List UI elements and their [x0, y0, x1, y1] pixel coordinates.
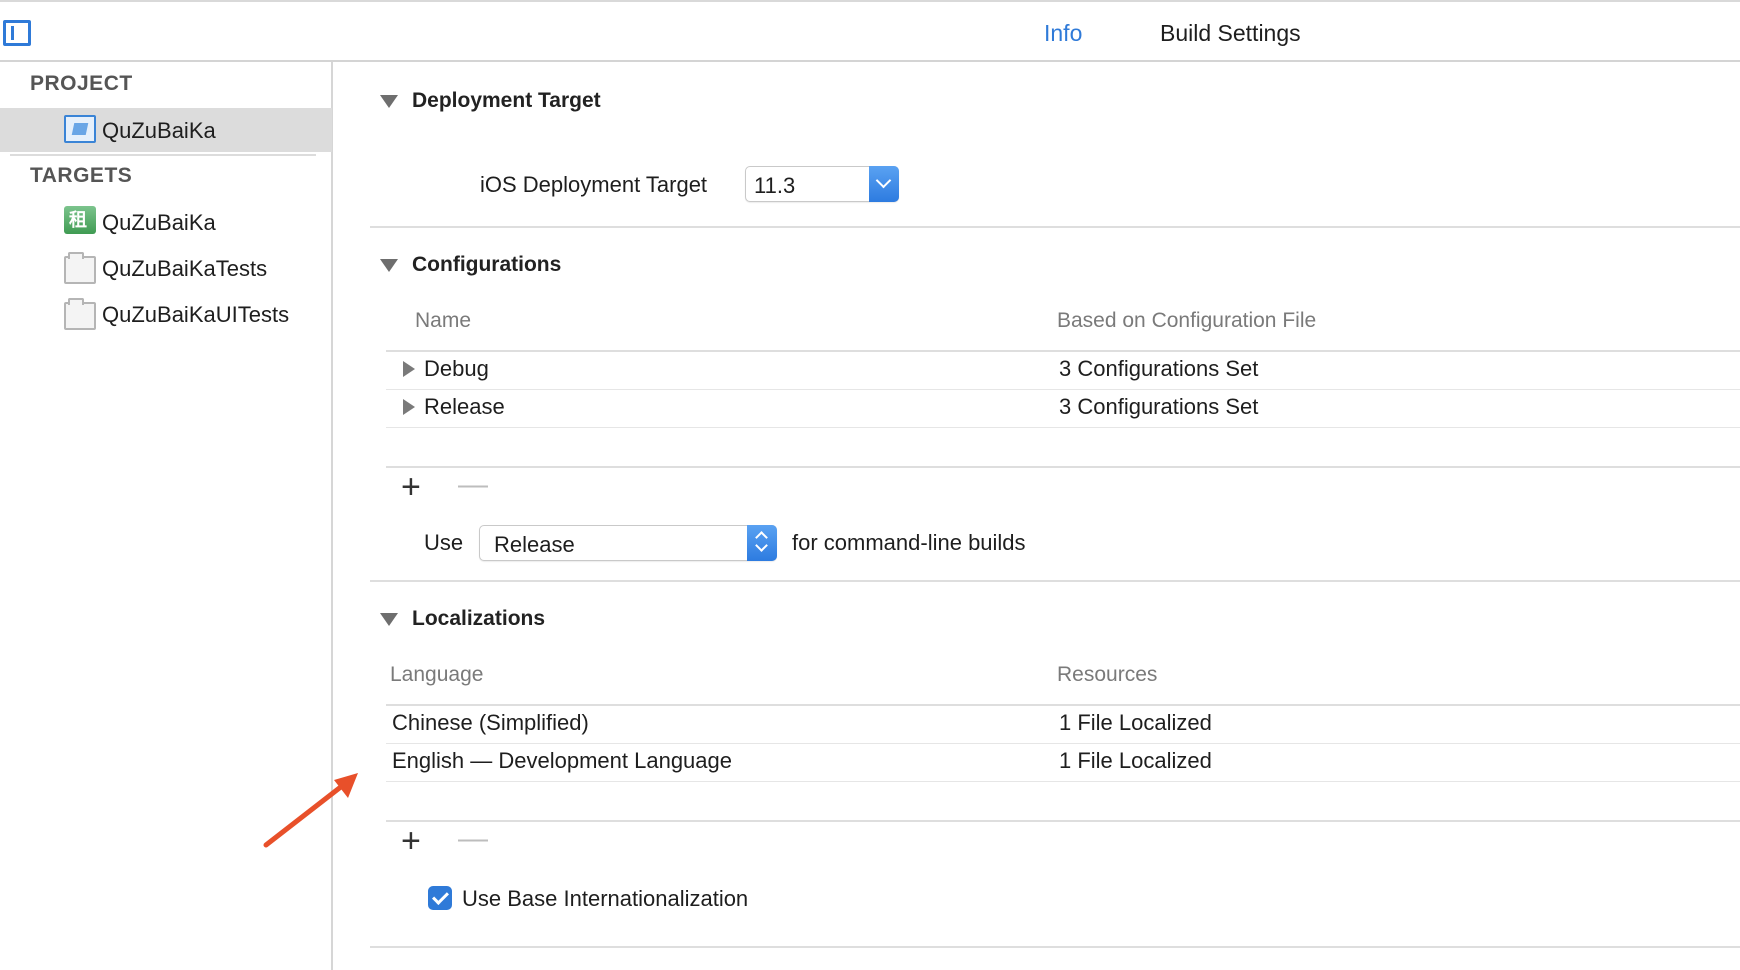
tab-info[interactable]: Info — [1044, 20, 1082, 47]
base-internationalization-checkbox[interactable] — [428, 886, 452, 910]
config-name-release: Release — [424, 394, 505, 419]
sidebar-divider — [10, 154, 316, 156]
command-line-suffix: for command-line builds — [792, 530, 1026, 555]
row-divider — [386, 781, 1740, 782]
column-header-language[interactable]: Language — [390, 663, 483, 687]
deployment-disclosure-icon[interactable] — [380, 95, 398, 108]
resources-chinese: 1 File Localized — [1059, 710, 1212, 735]
column-header-config-file[interactable]: Based on Configuration File — [1057, 309, 1316, 333]
resources-english: 1 File Localized — [1059, 748, 1212, 773]
language-english: English — Development Language — [392, 748, 733, 773]
configurations-section-title: Configurations — [412, 253, 562, 276]
base-internationalization-label[interactable]: Use Base Internationalization — [462, 886, 748, 912]
config-file-debug: 3 Configurations Set — [1059, 356, 1259, 381]
section-divider — [370, 580, 1740, 582]
remove-localization-button[interactable]: — — [458, 824, 488, 854]
localizations-disclosure-icon[interactable] — [380, 613, 398, 626]
config-file-release: 3 Configurations Set — [1059, 394, 1259, 419]
app-target-icon — [64, 206, 96, 234]
add-localization-button[interactable]: + — [401, 824, 421, 858]
section-divider — [370, 946, 1740, 948]
editor-top-bar — [0, 0, 1740, 62]
updown-chevron-icon — [747, 525, 777, 561]
table-footer-divider — [386, 820, 1740, 822]
sidebar-item-label: QuZuBaiKaUITests — [102, 302, 290, 327]
use-label: Use — [424, 530, 464, 555]
tab-build-settings[interactable]: Build Settings — [1160, 20, 1301, 47]
command-line-config-select[interactable]: Release — [479, 525, 777, 561]
row-divider — [386, 427, 1740, 428]
command-line-config-value: Release — [494, 532, 575, 557]
project-file-icon — [64, 115, 96, 143]
sidebar-item-label: QuZuBaiKaTests — [102, 256, 268, 281]
table-footer-divider — [386, 466, 1740, 468]
test-bundle-icon — [64, 252, 96, 284]
ios-deployment-value: 11.3 — [754, 173, 796, 198]
add-configuration-button[interactable]: + — [401, 470, 421, 504]
expand-debug-icon[interactable] — [403, 361, 415, 377]
targets-heading: TARGETS — [30, 164, 133, 187]
ios-deployment-label: iOS Deployment Target — [480, 172, 708, 197]
sidebar-item-label: QuZuBaiKa — [102, 118, 216, 143]
sidebar-item-label: QuZuBaiKa — [102, 210, 216, 235]
config-name-debug: Debug — [424, 356, 489, 381]
annotation-arrow-icon — [263, 773, 358, 848]
ios-deployment-select[interactable]: 11.3 — [745, 166, 899, 202]
project-heading: PROJECT — [30, 72, 133, 95]
column-header-resources[interactable]: Resources — [1057, 663, 1157, 687]
test-bundle-icon — [64, 298, 96, 330]
expand-release-icon[interactable] — [403, 399, 415, 415]
chevron-down-icon — [869, 166, 899, 202]
remove-configuration-button[interactable]: — — [458, 470, 488, 500]
sidebar-toggle-icon[interactable] — [3, 20, 31, 46]
deployment-section-title: Deployment Target — [412, 89, 601, 112]
section-divider — [370, 226, 1740, 228]
language-chinese: Chinese (Simplified) — [392, 710, 589, 735]
column-header-name[interactable]: Name — [415, 309, 471, 333]
configurations-disclosure-icon[interactable] — [380, 259, 398, 272]
localizations-section-title: Localizations — [412, 607, 546, 630]
